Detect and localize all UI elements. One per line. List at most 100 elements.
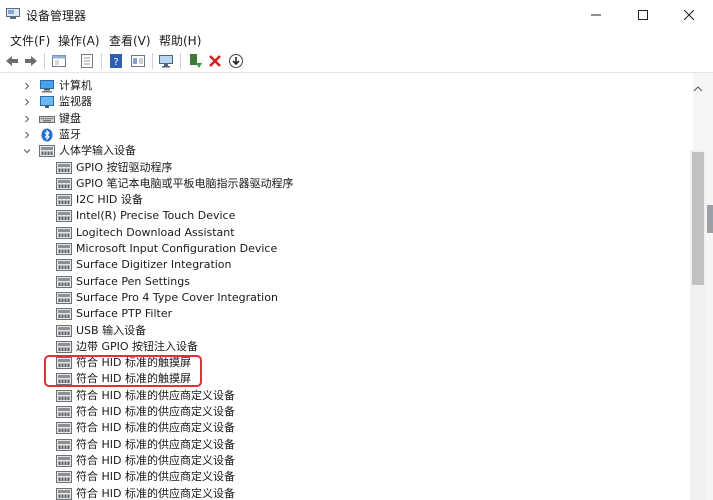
tree-item[interactable]: GPIO 按钮驱动程序 [56, 160, 173, 176]
chevron-right-icon [25, 98, 30, 106]
tree-item-label: 符合 HID 标准的供应商定义设备 [76, 437, 235, 451]
chevron-right-icon [25, 115, 30, 122]
tree-item-label: 边带 GPIO 按钮注入设备 [76, 339, 199, 353]
tree-item-label: 符合 HID 标准的供应商定义设备 [76, 453, 235, 467]
device-manager-icon [6, 8, 20, 19]
hid-device-icon [56, 487, 72, 500]
chevron-up-icon [693, 86, 703, 92]
chevron-down-icon [23, 149, 31, 154]
tree-item-label: Microsoft Input Configuration Device [76, 242, 278, 255]
bluetooth-icon [41, 128, 53, 142]
tree-item-label: GPIO 笔记本电脑或平板电脑指示器驱动程序 [76, 176, 294, 190]
expander-1[interactable] [22, 94, 32, 110]
close-icon [684, 10, 694, 20]
tree-item[interactable]: Surface Pro 4 Type Cover Integration [56, 290, 278, 306]
tree-item-label: Surface Pen Settings [76, 274, 190, 288]
monitor-scan-icon[interactable] [158, 53, 174, 69]
tree-item[interactable]: 符合 HID 标准的供应商定义设备 [56, 453, 235, 469]
title-bar: 设备管理器 [0, 0, 713, 30]
scroll-up-button[interactable] [690, 82, 706, 96]
hid-device-icon [56, 177, 72, 190]
tree-item-label: 符合 HID 标准的供应商定义设备 [76, 470, 235, 484]
tree-item[interactable]: USB 输入设备 [56, 323, 146, 339]
tree-item-label: Logitech Download Assistant [76, 225, 235, 239]
tree-item[interactable]: 边带 GPIO 按钮注入设备 [56, 339, 198, 355]
tree-item[interactable]: 符合 HID 标准的供应商定义设备 [56, 388, 235, 404]
tree-category-label: 键盘 [59, 111, 81, 125]
tree-category-label: 监视器 [59, 95, 92, 109]
tree-item[interactable]: GPIO 笔记本电脑或平板电脑指示器驱动程序 [56, 176, 294, 192]
download-driver-icon[interactable] [228, 53, 244, 69]
tree-item-label: GPIO 按钮驱动程序 [76, 160, 173, 174]
tree-category[interactable]: 计算机 [39, 78, 92, 94]
hid-device-icon [56, 275, 72, 288]
hid-device-icon [56, 340, 72, 353]
maximize-button[interactable] [620, 0, 666, 30]
tree-item-label: Surface Digitizer Integration [76, 258, 232, 272]
expander-3[interactable] [22, 127, 32, 143]
minimize-button[interactable] [573, 0, 619, 30]
update-driver-icon[interactable] [79, 53, 95, 69]
hid-device-icon [56, 308, 72, 321]
tree-item[interactable]: Intel(R) Precise Touch Device [56, 208, 235, 224]
tree-category[interactable]: 人体学输入设备 [39, 143, 136, 159]
menu-file[interactable]: 文件(F) [8, 32, 52, 49]
expander-4[interactable] [22, 143, 32, 159]
tree-item[interactable]: Surface Digitizer Integration [56, 257, 232, 273]
menu-action[interactable]: 操作(A) [56, 32, 102, 49]
chevron-right-icon [25, 131, 30, 139]
tree-item[interactable]: Surface Pen Settings [56, 274, 190, 290]
scrollbar-thumb[interactable] [692, 152, 704, 285]
window-edge-handle [707, 205, 713, 233]
tree-item[interactable]: 符合 HID 标准的供应商定义设备 [56, 486, 235, 500]
tree-item-label: 符合 HID 标准的供应商定义设备 [76, 388, 235, 402]
tree-item-label: Intel(R) Precise Touch Device [76, 209, 236, 223]
window-title: 设备管理器 [26, 9, 87, 23]
add-device-icon[interactable] [187, 53, 203, 69]
tree-item[interactable]: 符合 HID 标准的供应商定义设备 [56, 404, 235, 420]
maximize-icon [638, 10, 648, 20]
tree-item-label: 符合 HID 标准的供应商定义设备 [76, 486, 235, 500]
hid-device-icon [56, 438, 72, 451]
tree-category[interactable]: 蓝牙 [39, 127, 81, 143]
highlight-annotation-box [44, 355, 202, 387]
close-button[interactable] [666, 0, 712, 30]
tree-category[interactable]: 键盘 [39, 111, 81, 127]
show-hidden-icon[interactable] [130, 53, 146, 69]
hid-device-icon [56, 226, 72, 239]
properties-icon[interactable] [51, 53, 67, 69]
hid-device-icon [56, 389, 72, 402]
hid-icon [39, 145, 55, 158]
tree-item[interactable]: I2C HID 设备 [56, 192, 143, 208]
tree-item[interactable]: Logitech Download Assistant [56, 225, 235, 241]
forward-arrow-icon[interactable] [23, 53, 39, 69]
hid-device-icon [56, 210, 72, 223]
tree-category[interactable]: 监视器 [39, 94, 92, 110]
tree-item[interactable]: 符合 HID 标准的供应商定义设备 [56, 420, 235, 436]
svg-text:?: ? [113, 57, 118, 68]
expander-2[interactable] [22, 111, 32, 127]
monitor-icon [40, 96, 54, 109]
tree-item-label: I2C HID 设备 [76, 193, 143, 207]
computer-icon [40, 80, 54, 93]
hid-device-icon [56, 243, 72, 255]
hid-device-icon [56, 471, 72, 484]
device-tree: 计算机 监视器键盘蓝牙人体学输入设备 GPIO 按钮驱动程序 GPIO 笔记本电脑或平… [0, 73, 693, 500]
help-icon[interactable]: ? [108, 53, 124, 69]
expander-0[interactable] [22, 78, 32, 94]
uninstall-x-icon[interactable] [207, 53, 223, 69]
menu-help[interactable]: 帮助(H) [157, 32, 203, 49]
minimize-icon [591, 14, 601, 16]
hid-device-icon [56, 324, 72, 337]
menu-view[interactable]: 查看(V) [107, 32, 153, 49]
tree-category-label: 蓝牙 [59, 127, 81, 141]
tree-item[interactable]: 符合 HID 标准的供应商定义设备 [56, 437, 235, 453]
back-arrow-icon[interactable] [4, 53, 20, 69]
tree-item[interactable]: 符合 HID 标准的供应商定义设备 [56, 469, 235, 485]
hid-device-icon [56, 406, 72, 418]
tree-item-label: 符合 HID 标准的供应商定义设备 [76, 421, 235, 435]
tree-category-label: 人体学输入设备 [59, 144, 136, 158]
tree-item[interactable]: Surface PTP Filter [56, 306, 172, 322]
tree-item[interactable]: Microsoft Input Configuration Device [56, 241, 277, 257]
tree-item-label: Surface Pro 4 Type Cover Integration [76, 290, 278, 304]
